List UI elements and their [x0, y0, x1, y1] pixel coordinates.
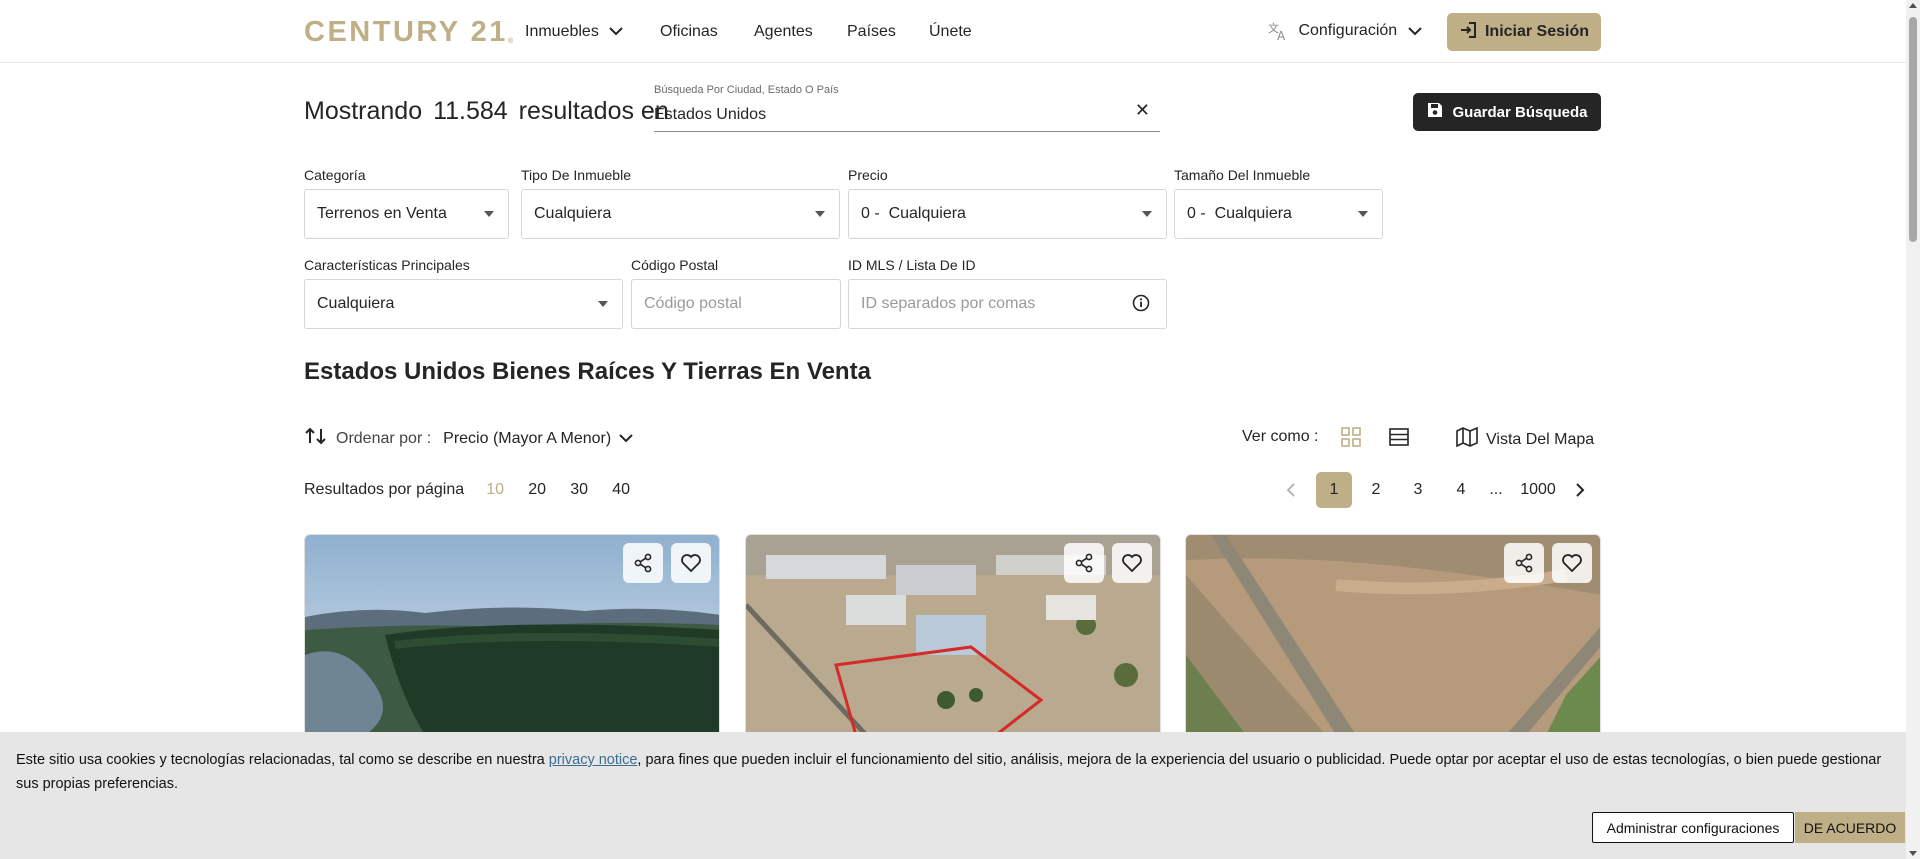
scroll-up-arrow-icon[interactable]: [1909, 3, 1917, 8]
login-button[interactable]: Iniciar Sesión: [1447, 13, 1601, 51]
per-page-option-20[interactable]: 20: [516, 481, 558, 499]
price-select[interactable]: 0 - Cualquiera: [848, 189, 1167, 239]
page-title: Estados Unidos Bienes Raíces Y Tierras E…: [304, 358, 871, 385]
caret-down-icon: [1142, 211, 1152, 217]
results-count: 11.584: [433, 97, 508, 125]
settings-label: Configuración: [1298, 22, 1398, 40]
features-select[interactable]: Cualquiera: [304, 279, 623, 329]
share-icon[interactable]: [623, 543, 663, 583]
page-button-1[interactable]: 1: [1316, 472, 1352, 508]
features-label: Características Principales: [304, 257, 470, 273]
chevron-down-icon: [619, 430, 633, 448]
map-view-label: Vista Del Mapa: [1486, 430, 1595, 448]
heart-icon[interactable]: [671, 543, 711, 583]
location-search-value[interactable]: Estados Unidos: [654, 106, 766, 124]
category-select[interactable]: Terrenos en Venta: [304, 189, 509, 239]
save-search-label: Guardar Búsqueda: [1452, 103, 1588, 121]
grid-view-icon[interactable]: [1341, 427, 1361, 452]
nav-item-inmuebles[interactable]: Inmuebles: [525, 23, 623, 41]
mls-id-label: ID MLS / Lista De ID: [848, 257, 976, 273]
page-button-2[interactable]: 2: [1358, 472, 1394, 508]
location-search-label: Búsqueda Por Ciudad, Estado O País: [654, 84, 839, 96]
floppy-disk-icon: [1426, 101, 1444, 123]
login-label: Iniciar Sesión: [1484, 23, 1590, 40]
nav-item-unete[interactable]: Únete: [929, 23, 972, 41]
chevron-down-icon: [1407, 22, 1422, 39]
share-icon[interactable]: [1064, 543, 1104, 583]
caret-down-icon: [1358, 211, 1368, 217]
caret-down-icon: [598, 301, 608, 307]
sort-value[interactable]: Precio (Mayor A Menor): [443, 430, 611, 448]
caret-down-icon: [815, 211, 825, 217]
login-icon: [1459, 21, 1477, 44]
accept-cookies-button[interactable]: DE ACUERDO: [1795, 812, 1905, 843]
per-page-label: Resultados por página: [304, 481, 465, 498]
svg-text:A: A: [1277, 29, 1286, 41]
chevron-down-icon: [609, 23, 623, 41]
page-scrollbar[interactable]: [1906, 0, 1920, 859]
property-type-select[interactable]: Cualquiera: [521, 189, 840, 239]
cookie-notice-text: Este sitio usa cookies y tecnologías rel…: [16, 752, 1882, 792]
property-type-label: Tipo De Inmueble: [521, 167, 631, 183]
save-search-button[interactable]: Guardar Búsqueda: [1413, 93, 1601, 131]
translate-icon: 文A: [1268, 21, 1290, 43]
settings-menu[interactable]: 文A Configuración: [1268, 21, 1422, 43]
manage-settings-button[interactable]: Administrar configuraciones: [1592, 812, 1794, 843]
features-value: Cualquiera: [317, 295, 395, 312]
map-icon: [1456, 426, 1478, 452]
view-as-label: Ver como :: [1242, 428, 1319, 445]
info-icon[interactable]: [1132, 294, 1150, 317]
property-type-value: Cualquiera: [534, 205, 612, 222]
per-page-option-10[interactable]: 10: [474, 481, 516, 499]
scrollbar-thumb[interactable]: [1909, 17, 1917, 242]
nav-item-agentes[interactable]: Agentes: [754, 23, 813, 41]
prev-page-icon[interactable]: [1273, 472, 1309, 508]
clear-search-icon[interactable]: ✕: [1135, 100, 1150, 121]
pagination-ellipsis: ...: [1489, 481, 1503, 498]
mls-id-input[interactable]: ID separados por comas: [848, 279, 1167, 329]
caret-down-icon: [484, 211, 494, 217]
list-view-icon[interactable]: [1389, 427, 1409, 452]
property-size-value: 0 - Cualquiera: [1187, 205, 1292, 222]
share-icon[interactable]: [1504, 543, 1544, 583]
heart-icon[interactable]: [1552, 543, 1592, 583]
privacy-notice-link[interactable]: privacy notice: [549, 752, 638, 768]
category-label: Categoría: [304, 167, 366, 183]
postal-code-input[interactable]: Código postal: [631, 279, 841, 329]
property-size-select[interactable]: 0 - Cualquiera: [1174, 189, 1383, 239]
nav-item-oficinas[interactable]: Oficinas: [660, 23, 718, 41]
site-header: CENTURY 21® Inmuebles Oficinas Agentes P…: [0, 0, 1906, 63]
per-page-option-40[interactable]: 40: [600, 481, 642, 499]
nav-item-paises[interactable]: Países: [847, 23, 896, 41]
next-page-icon[interactable]: [1562, 472, 1598, 508]
results-summary: Mostrando 11.584 resultados en: [304, 97, 669, 125]
sort-arrows-icon: [304, 427, 328, 450]
scroll-down-arrow-icon[interactable]: [1909, 851, 1917, 856]
page-button-last[interactable]: 1000: [1516, 472, 1560, 508]
listing-card[interactable]: [745, 534, 1161, 734]
map-view-button[interactable]: Vista Del Mapa: [1456, 426, 1595, 452]
listing-card[interactable]: [304, 534, 720, 734]
mls-id-placeholder: ID separados por comas: [861, 295, 1036, 312]
per-page-option-30[interactable]: 30: [558, 481, 600, 499]
page-button-4[interactable]: 4: [1443, 472, 1479, 508]
postal-code-label: Código Postal: [631, 257, 719, 273]
listing-card[interactable]: [1185, 534, 1601, 734]
location-search-input[interactable]: Búsqueda Por Ciudad, Estado O País Estad…: [654, 84, 1160, 132]
heart-icon[interactable]: [1112, 543, 1152, 583]
results-per-page: Resultados por página 10 20 30 40: [304, 481, 642, 499]
category-value: Terrenos en Venta: [317, 205, 447, 222]
price-label: Precio: [848, 167, 888, 183]
price-value: 0 - Cualquiera: [861, 205, 966, 222]
page-button-3[interactable]: 3: [1400, 472, 1436, 508]
sort-control[interactable]: Ordenar por : Precio (Mayor A Menor): [304, 427, 633, 450]
property-size-label: Tamaño Del Inmueble: [1174, 167, 1311, 183]
postal-code-placeholder: Código postal: [644, 295, 742, 312]
century21-logo[interactable]: CENTURY 21®: [304, 16, 513, 49]
sort-label: Ordenar por :: [336, 429, 432, 447]
